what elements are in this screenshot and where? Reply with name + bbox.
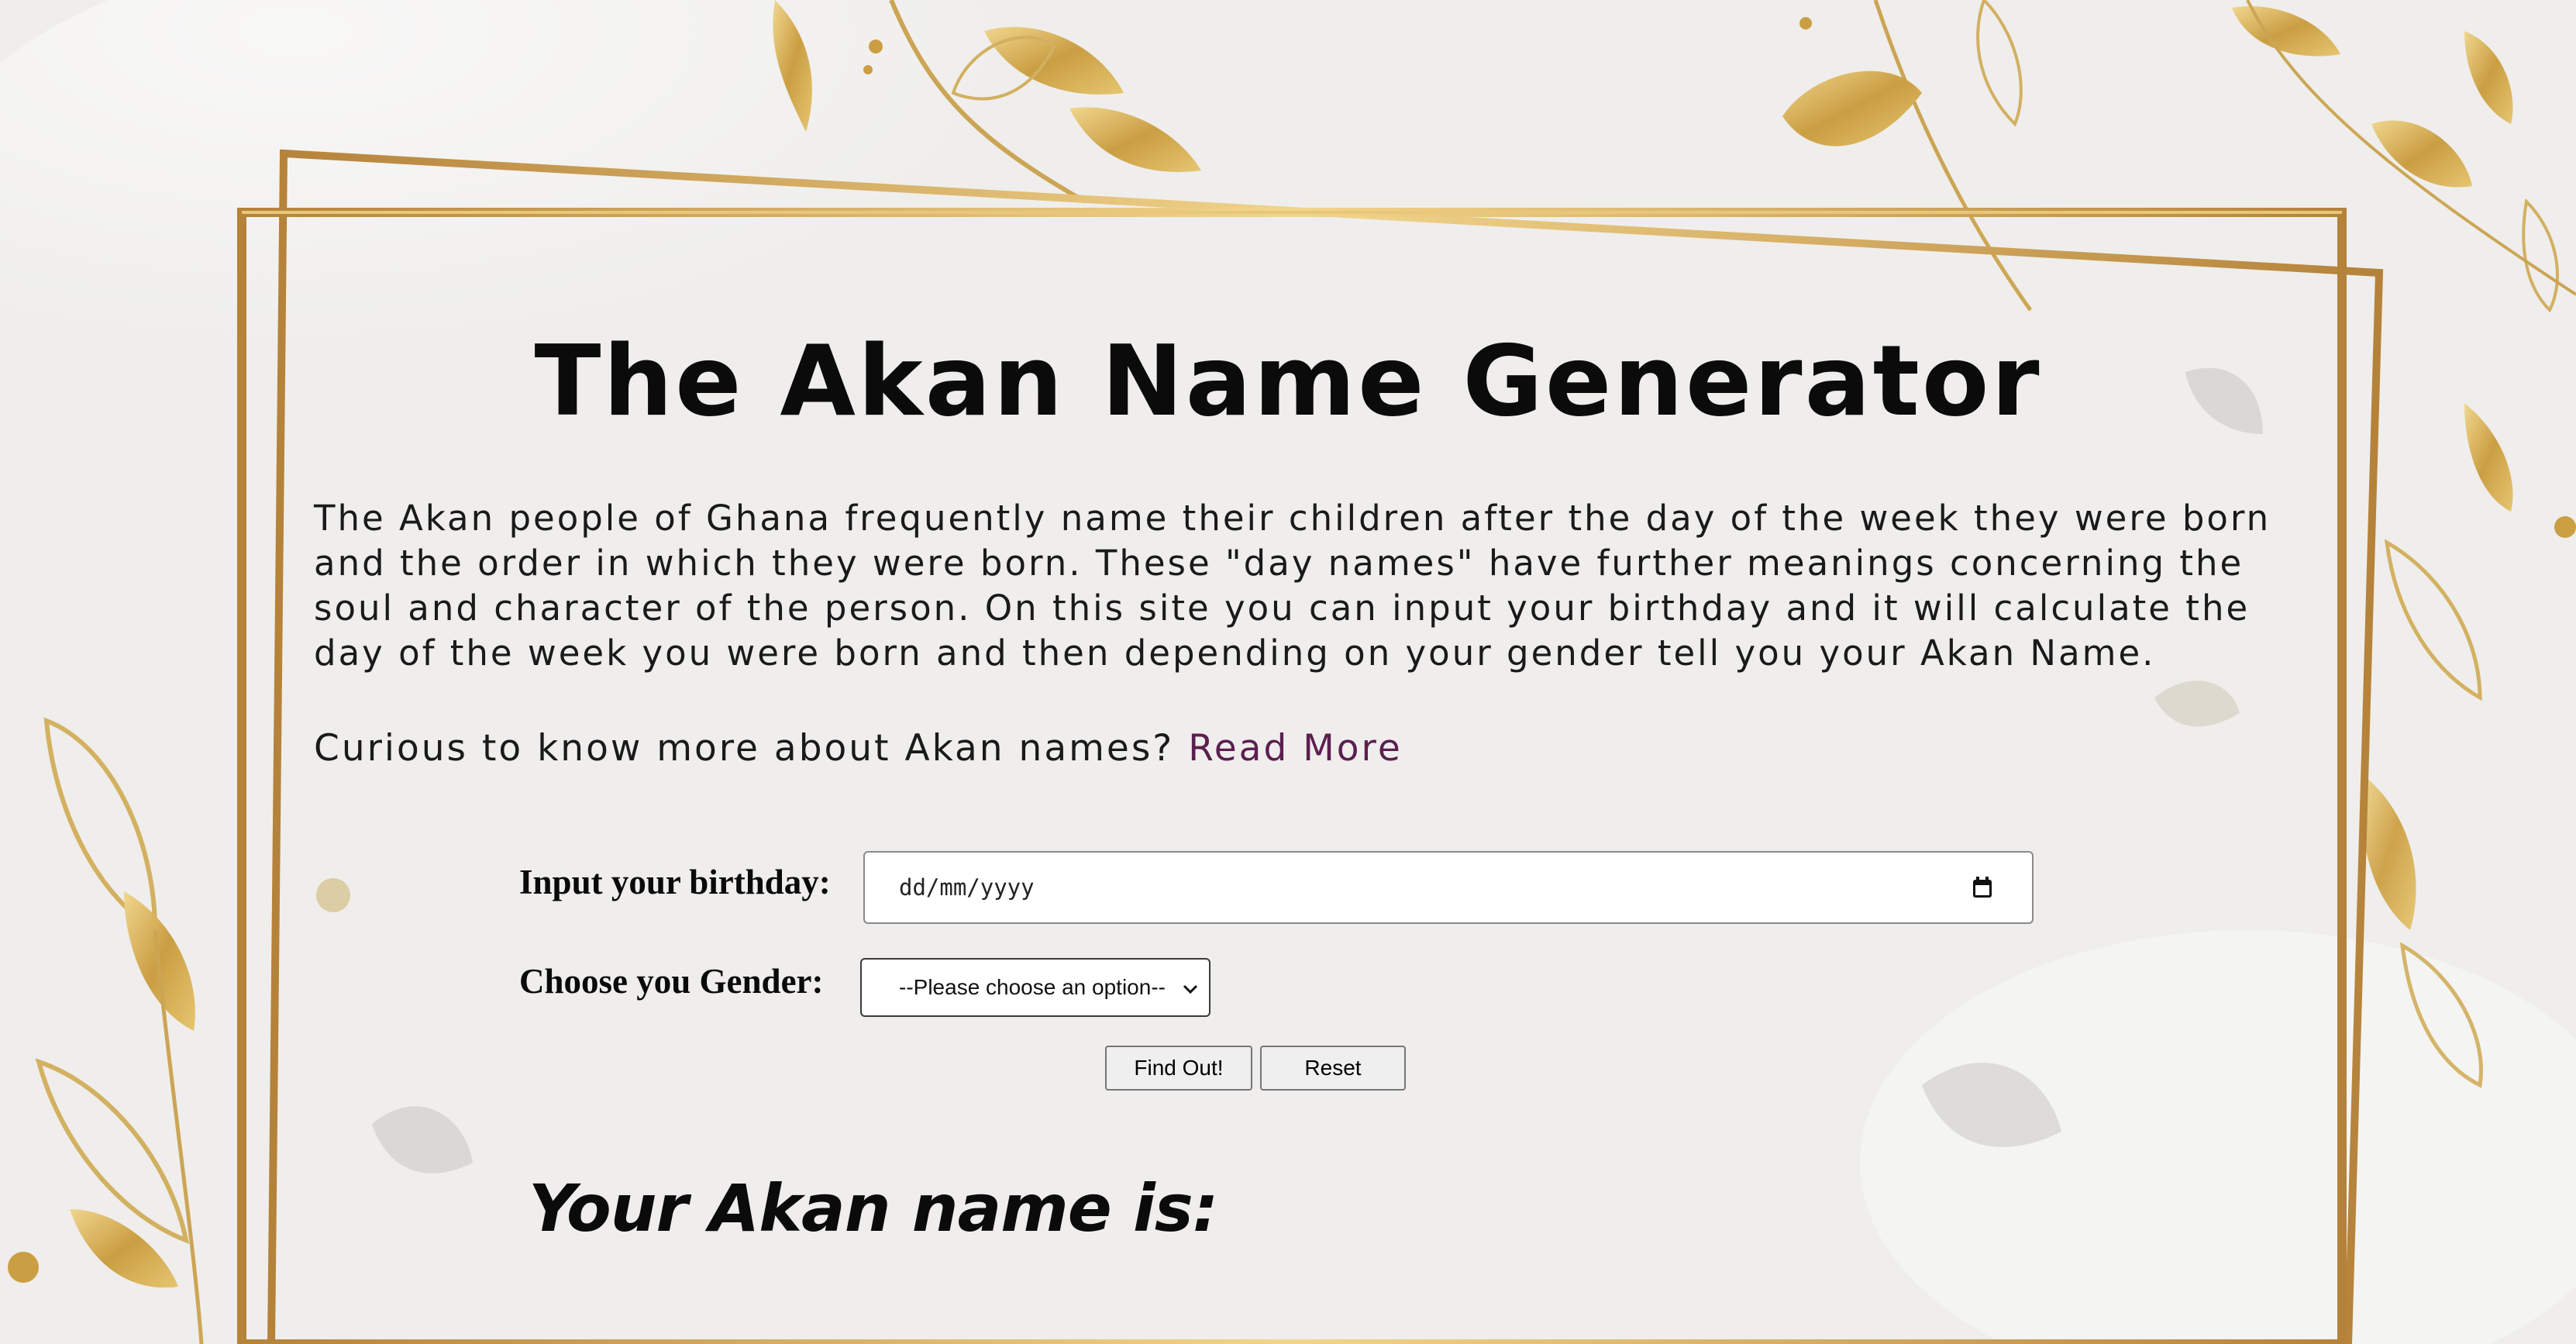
find-out-button[interactable]: Find Out! xyxy=(1105,1046,1252,1091)
gender-label: Choose you Gender: xyxy=(519,962,824,1001)
chevron-down-icon xyxy=(1183,984,1198,994)
birthday-label: Input your birthday: xyxy=(519,863,831,901)
read-more-link[interactable]: Read More xyxy=(1188,727,1403,770)
intro-paragraph: The Akan people of Ghana frequently name… xyxy=(314,498,2271,674)
reset-button[interactable]: Reset xyxy=(1260,1046,1406,1091)
read-more-line: Curious to know more about Akan names? R… xyxy=(314,727,1403,770)
page-title: The Akan Name Generator xyxy=(534,324,2042,438)
birthday-placeholder: dd/mm/yyyy xyxy=(899,874,1035,901)
result-label: Your Akan name is: xyxy=(529,1170,1218,1246)
calendar-icon[interactable] xyxy=(1972,876,1993,899)
curious-text: Curious to know more about Akan names? xyxy=(314,727,1175,770)
gender-selected-value: --Please choose an option-- xyxy=(899,975,1166,999)
gender-select[interactable]: --Please choose an option-- xyxy=(860,958,1211,1017)
birthday-input[interactable]: dd/mm/yyyy xyxy=(863,851,2034,924)
main-content: The Akan Name Generator The Akan people … xyxy=(0,0,2576,1344)
